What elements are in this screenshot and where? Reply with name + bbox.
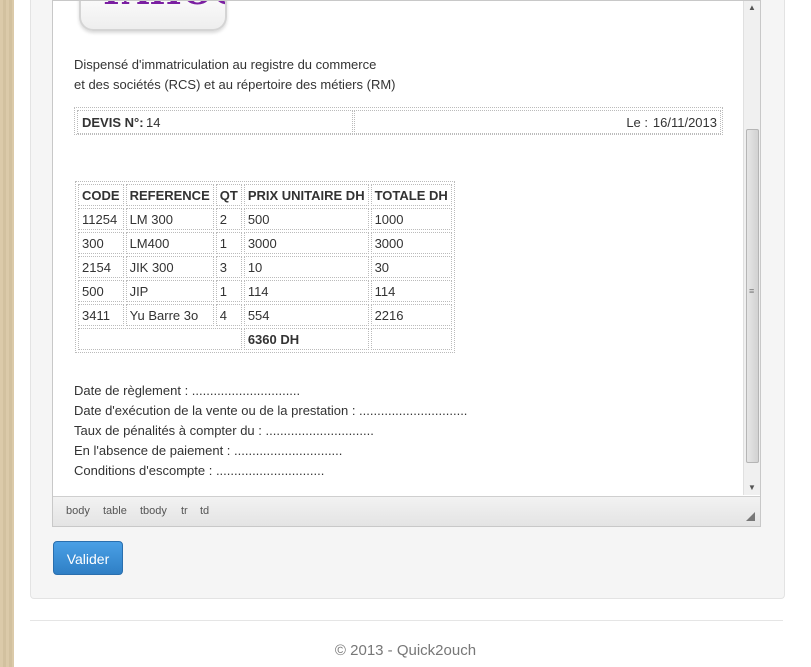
logo-text: YAHOO!: [99, 1, 225, 13]
cell-reference[interactable]: JIK 300: [125, 256, 214, 278]
cell-code[interactable]: 11254: [78, 208, 124, 230]
table-header-row: CODE REFERENCE QT PRIX UNITAIRE DH TOTAL…: [78, 184, 452, 206]
path-td[interactable]: td: [200, 505, 209, 517]
editor-content[interactable]: YAHOO! Dispensé d'immatriculation au reg…: [53, 1, 743, 497]
path-table[interactable]: table: [103, 505, 127, 517]
company-legal-line-1: Dispensé d'immatriculation au registre d…: [74, 57, 377, 72]
cell-qt[interactable]: 3: [215, 256, 242, 278]
path-tbody[interactable]: tbody: [140, 505, 167, 517]
cell-qt[interactable]: 1: [215, 232, 242, 254]
cell-prix[interactable]: 3000: [243, 232, 369, 254]
devis-date-label: Le :: [626, 115, 648, 130]
editor-statusbar: body table tbody tr td: [53, 496, 760, 526]
path-tr[interactable]: tr: [181, 505, 188, 517]
items-table: CODE REFERENCE QT PRIX UNITAIRE DH TOTAL…: [75, 181, 455, 353]
table-row: 2154 JIK 300 3 10 30: [78, 256, 452, 278]
resize-handle-icon[interactable]: [746, 512, 755, 521]
footer-copyright: © 2013 - Quick2ouch: [334, 642, 477, 659]
table-row: 300 LM400 1 3000 3000: [78, 232, 452, 254]
cell-code[interactable]: 300: [78, 232, 124, 254]
header-code[interactable]: CODE: [78, 184, 124, 206]
scrollbar-thumb[interactable]: ≡: [746, 129, 759, 463]
table-row: 11254 LM 300 2 500 1000: [78, 208, 452, 230]
header-totale[interactable]: TOTALE DH: [370, 184, 452, 206]
path-body[interactable]: body: [66, 505, 90, 517]
header-reference[interactable]: REFERENCE: [125, 184, 214, 206]
devis-header-table: DEVIS N°: 14 Le : 16/11/2013: [74, 107, 723, 135]
footer-divider: [30, 620, 783, 621]
cell-totale[interactable]: 114: [370, 280, 452, 302]
devis-number-cell[interactable]: DEVIS N°: 14: [77, 110, 353, 134]
table-total-row: 6360 DH: [78, 328, 452, 350]
cell-reference[interactable]: Yu Barre 3o: [125, 304, 214, 326]
devis-date-value: 16/11/2013: [652, 115, 717, 130]
grand-total[interactable]: 6360 DH: [243, 328, 369, 350]
terms-line-execution: Date d'exécution de la vente ou de la pr…: [74, 403, 468, 418]
cell-prix[interactable]: 114: [243, 280, 369, 302]
company-logo: YAHOO!: [79, 1, 227, 31]
grip-icon: ≡: [749, 286, 755, 296]
cell-qt[interactable]: 1: [215, 280, 242, 302]
cell-prix[interactable]: 500: [243, 208, 369, 230]
cell-totale[interactable]: 2216: [370, 304, 452, 326]
cell-total-blank[interactable]: [370, 328, 452, 350]
cell-code[interactable]: 500: [78, 280, 124, 302]
table-row: 500 JIP 1 114 114: [78, 280, 452, 302]
scroll-down-arrow-icon[interactable]: ▼: [744, 481, 760, 495]
cell-reference[interactable]: JIP: [125, 280, 214, 302]
cell-totale[interactable]: 3000: [370, 232, 452, 254]
header-prix-unitaire[interactable]: PRIX UNITAIRE DH: [243, 184, 369, 206]
cell-total-empty[interactable]: [78, 328, 242, 350]
terms-line-escompte: Conditions d'escompte : ................…: [74, 463, 325, 478]
terms-line-absence: En l'absence de paiement : .............…: [74, 443, 343, 458]
cell-reference[interactable]: LM 300: [125, 208, 214, 230]
devis-number-value: 14: [146, 115, 161, 130]
table-row: 3411 Yu Barre 3o 4 554 2216: [78, 304, 452, 326]
cell-totale[interactable]: 1000: [370, 208, 452, 230]
company-legal-line-2: et des sociétés (RCS) et au répertoire d…: [74, 77, 396, 92]
payment-terms: Date de règlement : ....................…: [74, 381, 467, 481]
scroll-up-arrow-icon[interactable]: ▲: [744, 1, 760, 15]
terms-line-penalites: Taux de pénalités à compter du : .......…: [74, 423, 374, 438]
cell-qt[interactable]: 4: [215, 304, 242, 326]
cell-code[interactable]: 2154: [78, 256, 124, 278]
valider-button[interactable]: Valider: [53, 541, 123, 575]
cell-prix[interactable]: 10: [243, 256, 369, 278]
terms-line-reglement: Date de règlement : ....................…: [74, 383, 301, 398]
devis-number-label: DEVIS N°:: [82, 115, 144, 130]
cell-totale[interactable]: 30: [370, 256, 452, 278]
devis-date-cell[interactable]: Le : 16/11/2013: [354, 110, 721, 134]
cell-code[interactable]: 3411: [78, 304, 124, 326]
editor-scrollbar[interactable]: ▲ ≡ ▼: [743, 1, 760, 495]
cell-reference[interactable]: LM400: [125, 232, 214, 254]
header-qt[interactable]: QT: [215, 184, 242, 206]
cell-prix[interactable]: 554: [243, 304, 369, 326]
rich-text-editor[interactable]: YAHOO! Dispensé d'immatriculation au reg…: [52, 0, 761, 527]
cell-qt[interactable]: 2: [215, 208, 242, 230]
